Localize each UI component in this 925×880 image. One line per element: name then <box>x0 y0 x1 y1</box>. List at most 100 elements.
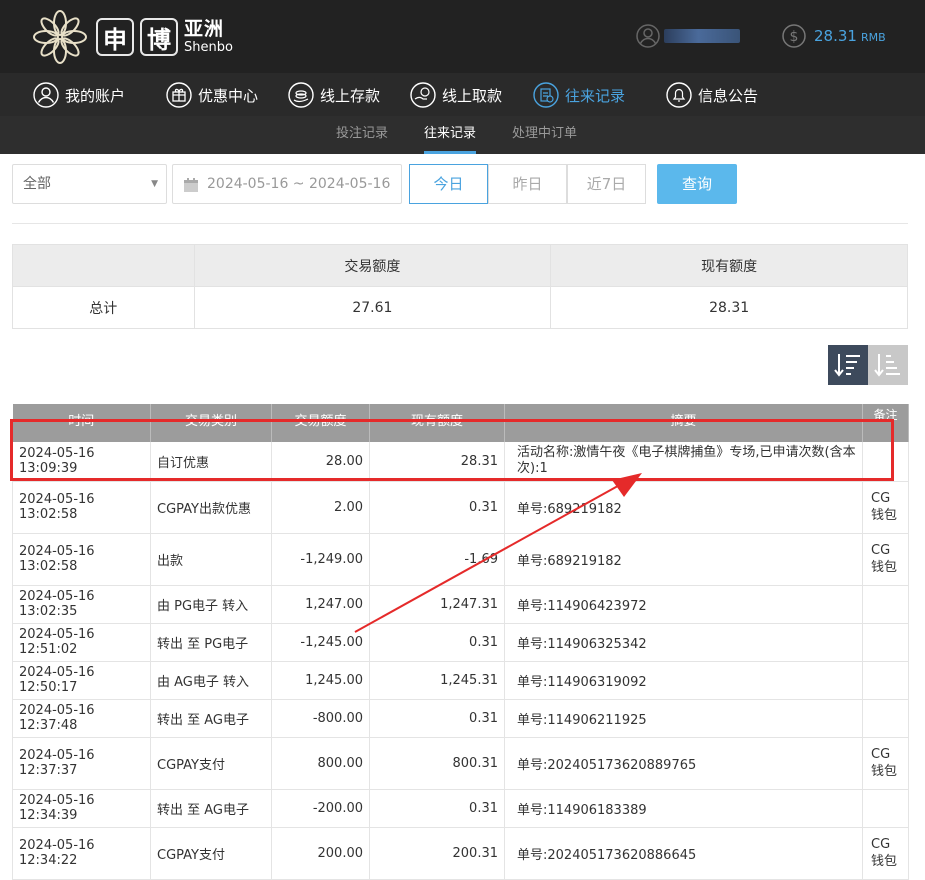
cell-remark <box>862 585 909 624</box>
cell-time: 2024-05-16 13:02:58 <box>12 533 151 586</box>
logo-char-2: 博 <box>140 18 178 56</box>
cell-amount: 1,247.00 <box>271 585 370 624</box>
table-row: 2024-05-16 12:34:39 转出 至 AG电子 -200.00 0.… <box>12 789 909 828</box>
cell-remark <box>862 623 909 662</box>
nav-label: 线上取款 <box>442 86 503 105</box>
logo[interactable]: 申 博 亚洲 Shenbo <box>30 8 233 66</box>
dollar-icon: $ <box>782 24 806 48</box>
main-nav: 我的账户 优惠中心 线上存款 线上取款 往来记录 信息公告 <box>0 73 925 116</box>
cell-summary: 单号:202405173620889765 <box>504 737 863 790</box>
nav-label: 我的账户 <box>65 86 126 105</box>
summary-table: 交易额度 现有额度 总计 27.61 28.31 <box>12 244 908 329</box>
cell-remark: CG钱包 <box>862 737 909 790</box>
user-info[interactable] <box>636 24 740 48</box>
tab-pending-orders[interactable]: 处理中订单 <box>512 116 577 154</box>
nav-label: 往来记录 <box>565 86 626 105</box>
balance-display: $ 28.31 RMB <box>782 24 886 48</box>
date-range-value: 2024-05-16 ~ 2024-05-16 <box>207 176 391 192</box>
cell-remark <box>862 442 909 482</box>
cell-time: 2024-05-16 12:50:17 <box>12 661 151 700</box>
sub-nav: 投注记录 往来记录 处理中订单 <box>0 116 925 154</box>
calendar-icon <box>184 178 198 192</box>
cell-type: 自订优惠 <box>150 442 272 482</box>
summary-total-label: 总计 <box>12 286 195 329</box>
cell-type: 出款 <box>150 533 272 586</box>
cell-amount: -200.00 <box>271 789 370 828</box>
cell-time: 2024-05-16 13:02:58 <box>12 481 151 534</box>
cell-balance: -1.69 <box>369 533 505 586</box>
nav-promotions[interactable]: 优惠中心 <box>166 79 258 111</box>
cell-type: CGPAY支付 <box>150 827 272 880</box>
table-row: 2024-05-16 12:51:02 转出 至 PG电子 -1,245.00 … <box>12 623 909 662</box>
cell-amount: -800.00 <box>271 699 370 738</box>
cell-time: 2024-05-16 13:09:39 <box>12 442 151 482</box>
cell-amount: 800.00 <box>271 737 370 790</box>
sort-descending-icon <box>834 354 860 377</box>
username-redacted <box>664 29 740 43</box>
cell-balance: 28.31 <box>369 442 505 482</box>
records-icon <box>533 82 559 108</box>
cell-remark <box>862 661 909 700</box>
table-row: 2024-05-16 12:50:17 由 AG电子 转入 1,245.00 1… <box>12 661 909 700</box>
cell-balance: 200.31 <box>369 827 505 880</box>
cell-remark: CG钱包 <box>862 533 909 586</box>
col-amount: 交易额度 <box>271 404 370 442</box>
cell-summary: 单号:114906319092 <box>504 661 863 700</box>
cell-time: 2024-05-16 12:51:02 <box>12 623 151 662</box>
cell-amount: 200.00 <box>271 827 370 880</box>
nav-withdraw[interactable]: 线上取款 <box>410 79 502 111</box>
cell-summary: 单号:114906423972 <box>504 585 863 624</box>
col-balance: 现有额度 <box>369 404 505 442</box>
tab-bet-records[interactable]: 投注记录 <box>336 116 388 154</box>
cell-type: CGPAY支付 <box>150 737 272 790</box>
type-select-value: 全部 <box>23 176 51 192</box>
sort-desc-button[interactable] <box>828 345 868 385</box>
cell-type: 由 PG电子 转入 <box>150 585 272 624</box>
summary-header <box>12 244 195 287</box>
today-button[interactable]: 今日 <box>409 164 488 204</box>
cell-amount: 1,245.00 <box>271 661 370 700</box>
records-table: 时间 交易类别 交易额度 现有额度 摘要 备注 2024-05-16 13:09… <box>12 404 909 880</box>
cell-time: 2024-05-16 12:34:39 <box>12 789 151 828</box>
logo-char-1: 申 <box>96 18 134 56</box>
summary-transaction-total: 27.61 <box>193 286 552 329</box>
cell-balance: 800.31 <box>369 737 505 790</box>
divider <box>12 223 908 224</box>
cell-summary: 单号:114906325342 <box>504 623 863 662</box>
top-bar: 申 博 亚洲 Shenbo $ 28.31 RMB <box>0 0 925 73</box>
sort-ascending-icon <box>874 354 900 377</box>
last-7-days-button[interactable]: 近7日 <box>567 164 646 204</box>
nav-deposit[interactable]: 线上存款 <box>288 79 380 111</box>
type-select[interactable]: 全部 ▼ <box>12 164 167 204</box>
col-type: 交易类别 <box>150 404 272 442</box>
date-range-input[interactable]: 2024-05-16 ~ 2024-05-16 <box>172 164 402 204</box>
bell-icon <box>666 82 692 108</box>
table-row: 2024-05-16 13:09:39 自订优惠 28.00 28.31 活动名… <box>12 442 909 482</box>
nav-announcements[interactable]: 信息公告 <box>666 79 758 111</box>
cell-balance: 0.31 <box>369 623 505 662</box>
cell-type: 转出 至 PG电子 <box>150 623 272 662</box>
nav-records[interactable]: 往来记录 <box>533 79 625 111</box>
gift-icon <box>166 82 192 108</box>
table-row: 2024-05-16 13:02:58 CGPAY出款优惠 2.00 0.31 … <box>12 481 909 534</box>
yesterday-button[interactable]: 昨日 <box>488 164 567 204</box>
cell-balance: 1,247.31 <box>369 585 505 624</box>
cell-summary: 单号:689219182 <box>504 481 863 534</box>
tab-transaction-records[interactable]: 往来记录 <box>424 116 477 154</box>
cell-summary: 单号:202405173620886645 <box>504 827 863 880</box>
cell-balance: 0.31 <box>369 789 505 828</box>
cell-time: 2024-05-16 12:37:37 <box>12 737 151 790</box>
col-summary: 摘要 <box>504 404 863 442</box>
search-button[interactable]: 查询 <box>657 164 737 204</box>
balance-currency: RMB <box>860 31 886 44</box>
nav-my-account[interactable]: 我的账户 <box>33 79 125 111</box>
cell-amount: -1,245.00 <box>271 623 370 662</box>
cell-summary: 单号:114906211925 <box>504 699 863 738</box>
chevron-down-icon: ▼ <box>151 179 158 189</box>
deposit-icon <box>288 82 314 108</box>
cell-type: 转出 至 AG电子 <box>150 789 272 828</box>
svg-text:$: $ <box>790 29 799 45</box>
balance-amount: 28.31 <box>814 27 857 45</box>
sort-asc-button[interactable] <box>868 345 908 385</box>
cell-type: CGPAY出款优惠 <box>150 481 272 534</box>
